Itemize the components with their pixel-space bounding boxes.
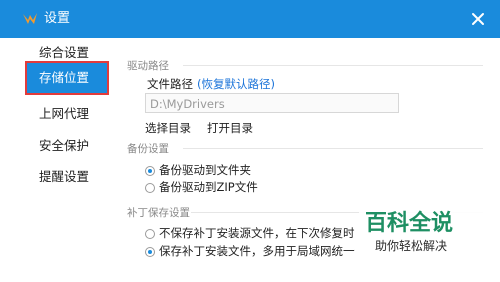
radio-backup-zip[interactable] bbox=[145, 183, 155, 193]
section-title-patch: 补丁保存设置 bbox=[127, 207, 190, 219]
file-path-field[interactable]: D:\MyDrivers bbox=[145, 93, 399, 113]
sidebar-item-proxy[interactable]: 上网代理 bbox=[27, 99, 109, 129]
window-title: 设置 bbox=[44, 11, 71, 26]
app-logo-icon bbox=[23, 13, 37, 24]
watermark-subtitle: 助你轻松解决 bbox=[375, 239, 448, 253]
sidebar-item-label: 上网代理 bbox=[39, 106, 90, 121]
watermark-title: 百科全说 bbox=[365, 211, 454, 236]
file-path-label: 文件路径 bbox=[147, 77, 193, 91]
section-divider bbox=[183, 65, 483, 66]
sidebar-item-label: 综合设置 bbox=[39, 45, 90, 60]
sidebar-item-reminder[interactable]: 提醒设置 bbox=[27, 162, 109, 192]
close-icon[interactable] bbox=[468, 9, 488, 29]
section-divider bbox=[183, 148, 483, 149]
watermark: 百科全说 助你轻松解决 bbox=[359, 199, 487, 265]
section-title-backup: 备份设置 bbox=[127, 143, 169, 155]
radio-label: 备份驱动到ZIP文件 bbox=[159, 180, 258, 194]
section-title-driver-path: 驱动路径 bbox=[127, 60, 169, 72]
radio-no-save-patch[interactable] bbox=[145, 229, 155, 239]
radio-backup-folder[interactable] bbox=[145, 166, 155, 176]
restore-default-path-link[interactable]: (恢复默认路径) bbox=[197, 76, 275, 92]
settings-window: 设置 综合设置 存储位置 上网代理 安全保护 提醒设置 驱动路径 文件路径 (恢… bbox=[0, 0, 500, 282]
sidebar-item-security[interactable]: 安全保护 bbox=[27, 131, 109, 161]
radio-label: 备份驱动到文件夹 bbox=[159, 163, 251, 177]
open-directory-button[interactable]: 打开目录 bbox=[207, 120, 253, 136]
radio-label: 不保存补丁安装源文件，在下次修复时删除补丁 bbox=[159, 226, 355, 240]
sidebar-item-label: 安全保护 bbox=[39, 138, 90, 153]
sidebar-item-label: 提醒设置 bbox=[39, 169, 90, 184]
title-bar: 设置 bbox=[0, 0, 500, 38]
select-directory-button[interactable]: 选择目录 bbox=[145, 120, 191, 136]
highlight-box-sidebar bbox=[25, 61, 109, 95]
radio-label: 保存补丁安装文件，多用于局域网统一修复补丁 bbox=[159, 244, 355, 258]
radio-save-patch[interactable] bbox=[145, 247, 155, 257]
